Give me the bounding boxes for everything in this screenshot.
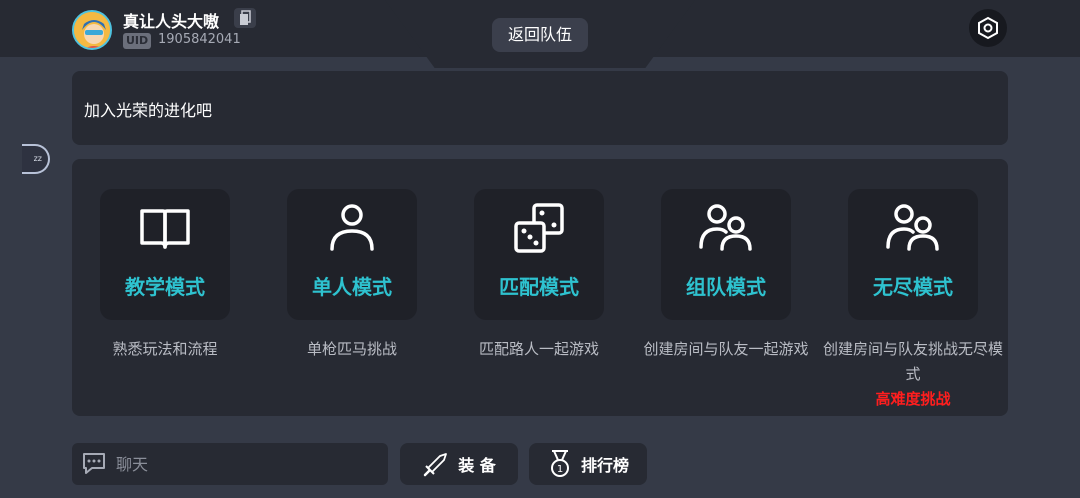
sword-icon [423, 453, 448, 477]
leaderboard-label: 排行榜 [580, 456, 629, 475]
return-team-button[interactable]: 返回队伍 [492, 18, 588, 52]
tutorial-mode-card[interactable]: 教学模式 [100, 189, 230, 320]
mode-title: 单人模式 [312, 275, 392, 299]
equipment-label: 装 备 [458, 456, 496, 475]
mode-desc: 熟悉玩法和流程 [112, 340, 218, 358]
endless-mode-card[interactable]: 无尽模式 [848, 189, 978, 320]
username: 真让人头大嗷 [123, 12, 220, 31]
chat-input[interactable] [116, 443, 376, 485]
mode-desc-block: 创建房间与队友挑战无尽模式 高难度挑战 [823, 337, 1003, 412]
chat-bubble-icon [83, 453, 105, 474]
person-icon [330, 204, 374, 251]
mode-title: 无尽模式 [873, 275, 953, 299]
avatar[interactable] [72, 10, 112, 50]
mode-desc: 匹配路人一起游戏 [478, 340, 599, 358]
team-mode-card[interactable]: 组队模式 [661, 189, 791, 320]
announcement-text: 加入光荣的进化吧 [84, 101, 213, 120]
svg-text:1: 1 [557, 464, 563, 475]
side-drawer-handle[interactable]: zz [22, 144, 50, 174]
match-mode-card[interactable]: 匹配模式 [474, 189, 604, 320]
mode-desc: 创建房间与队友一起游戏 [643, 340, 809, 358]
team-icon [699, 204, 752, 251]
leaderboard-button[interactable]: 1 排行榜 [529, 443, 647, 485]
uid-badge: UID [123, 33, 152, 49]
difficulty-warning: 高难度挑战 [875, 390, 951, 408]
equipment-button[interactable]: 装 备 [400, 443, 518, 485]
book-icon [140, 209, 190, 249]
dice-icon [514, 203, 564, 253]
mode-title: 匹配模式 [499, 275, 579, 299]
settings-button[interactable] [969, 9, 1007, 47]
mode-desc: 创建房间与队友挑战无尽模式 [823, 340, 1004, 383]
uid-value: 1905842041 [158, 32, 241, 47]
copy-icon[interactable] [234, 8, 256, 28]
medal-icon: 1 [550, 450, 569, 477]
chat-box[interactable] [72, 443, 388, 485]
mode-desc: 单枪匹马挑战 [306, 340, 397, 358]
mode-title: 教学模式 [125, 275, 205, 299]
team-icon [886, 204, 939, 251]
announcement-panel: 加入光荣的进化吧 [72, 71, 1008, 145]
mode-selection-panel: 教学模式 熟悉玩法和流程 单人模式 单枪匹马挑战 匹配模式 匹配路人一起游戏 组 [72, 159, 1008, 416]
mode-title: 组队模式 [686, 275, 766, 299]
hexagon-settings-icon [978, 16, 998, 40]
solo-mode-card[interactable]: 单人模式 [287, 189, 417, 320]
